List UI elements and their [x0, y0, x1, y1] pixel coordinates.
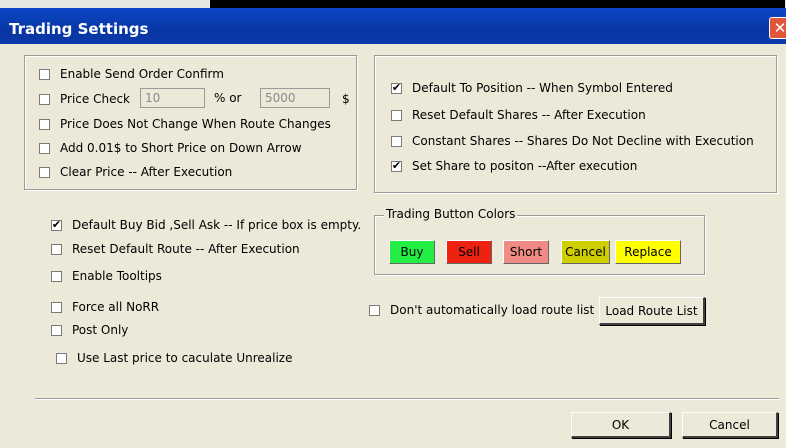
checkbox-label: Default To Position -- When Symbol Enter…: [412, 81, 673, 95]
footer-separator: [35, 398, 779, 400]
checkbox-label: Don't automatically load route list: [390, 303, 595, 317]
short-color-button[interactable]: Short: [503, 240, 549, 264]
checkbox-label: Enable Tooltips: [72, 269, 162, 283]
post-only-checkbox[interactable]: Post Only: [51, 322, 128, 338]
checkbox-box[interactable]: [39, 166, 50, 178]
use-last-price-checkbox[interactable]: Use Last price to caculate Unrealize: [56, 350, 292, 366]
reset-default-route-checkbox[interactable]: Reset Default Route -- After Execution: [51, 241, 300, 257]
close-icon[interactable]: ✕: [769, 17, 786, 39]
sell-color-button[interactable]: Sell: [446, 240, 492, 264]
checkbox-label: Force all NoRR: [72, 300, 160, 314]
checkbox-box[interactable]: [51, 301, 62, 313]
price-check-dollar-input[interactable]: 5000: [260, 88, 330, 108]
buy-color-button[interactable]: Buy: [389, 240, 435, 264]
checkbox-box[interactable]: [51, 324, 62, 336]
checkbox-box[interactable]: [56, 352, 67, 364]
cancel-color-button[interactable]: Cancel: [561, 240, 610, 264]
checkbox-label: Post Only: [72, 323, 129, 337]
replace-color-button[interactable]: Replace: [615, 240, 681, 264]
trading-button-colors-legend: Trading Button Colors: [384, 207, 518, 221]
checkbox-label: Set Share to positon --After execution: [412, 159, 638, 173]
load-route-list-button[interactable]: Load Route List: [599, 297, 705, 325]
enable-send-order-confirm-checkbox[interactable]: Enable Send Order Confirm: [39, 66, 224, 82]
checkbox-label: Constant Shares -- Shares Do Not Decline…: [412, 134, 754, 148]
checkbox-label: Default Buy Bid ,Sell Ask -- If price bo…: [72, 218, 362, 232]
force-all-norr-checkbox[interactable]: Force all NoRR: [51, 299, 159, 315]
checkbox-box[interactable]: [51, 270, 62, 282]
checkbox-label: Clear Price -- After Execution: [60, 165, 233, 179]
checkbox-label: Reset Default Route -- After Execution: [72, 242, 300, 256]
checkbox-box[interactable]: [39, 68, 50, 80]
constant-shares-checkbox[interactable]: Constant Shares -- Shares Do Not Decline…: [391, 133, 754, 149]
clear-price-checkbox[interactable]: Clear Price -- After Execution: [39, 164, 232, 180]
set-share-to-position-checkbox[interactable]: ✔ Set Share to positon --After execution: [391, 158, 637, 174]
checkbox-label: Use Last price to caculate Unrealize: [77, 351, 293, 365]
ok-button[interactable]: OK: [571, 412, 671, 438]
checkbox-box[interactable]: [369, 304, 380, 316]
add-001-short-price-checkbox[interactable]: Add 0.01$ to Short Price on Down Arrow: [39, 140, 302, 156]
checkbox-label: Price Does Not Change When Route Changes: [60, 117, 331, 131]
checkbox-label: Price Check: [60, 92, 131, 106]
dont-auto-load-route-checkbox[interactable]: Don't automatically load route list: [369, 302, 594, 318]
default-to-position-checkbox[interactable]: ✔ Default To Position -- When Symbol Ent…: [391, 80, 673, 96]
dollar-sign-label: $: [342, 92, 350, 106]
cancel-button[interactable]: Cancel: [682, 412, 778, 438]
window-title: Trading Settings: [9, 20, 149, 38]
default-buy-bid-checkbox[interactable]: ✔ Default Buy Bid ,Sell Ask -- If price …: [51, 217, 361, 233]
percent-or-label: % or: [214, 91, 242, 105]
top-strip: [0, 0, 786, 8]
checkbox-box[interactable]: [391, 135, 402, 147]
price-no-change-checkbox[interactable]: Price Does Not Change When Route Changes: [39, 116, 331, 132]
checkbox-box[interactable]: [39, 118, 50, 130]
checkbox-box[interactable]: [39, 142, 50, 154]
price-check-checkbox[interactable]: Price Check: [39, 91, 130, 107]
checkbox-label: Reset Default Shares -- After Execution: [412, 108, 646, 122]
checkbox-box[interactable]: ✔: [391, 82, 402, 94]
enable-tooltips-checkbox[interactable]: Enable Tooltips: [51, 268, 162, 284]
checkbox-box[interactable]: [51, 243, 62, 255]
checkbox-box[interactable]: [39, 93, 50, 105]
checkbox-box[interactable]: ✔: [51, 219, 62, 231]
price-check-percent-input[interactable]: 10: [140, 88, 205, 108]
checkbox-box[interactable]: ✔: [391, 160, 402, 172]
checkbox-label: Add 0.01$ to Short Price on Down Arrow: [60, 141, 302, 155]
reset-default-shares-checkbox[interactable]: Reset Default Shares -- After Execution: [391, 107, 646, 123]
checkbox-box[interactable]: [391, 109, 402, 121]
checkbox-label: Enable Send Order Confirm: [60, 67, 224, 81]
